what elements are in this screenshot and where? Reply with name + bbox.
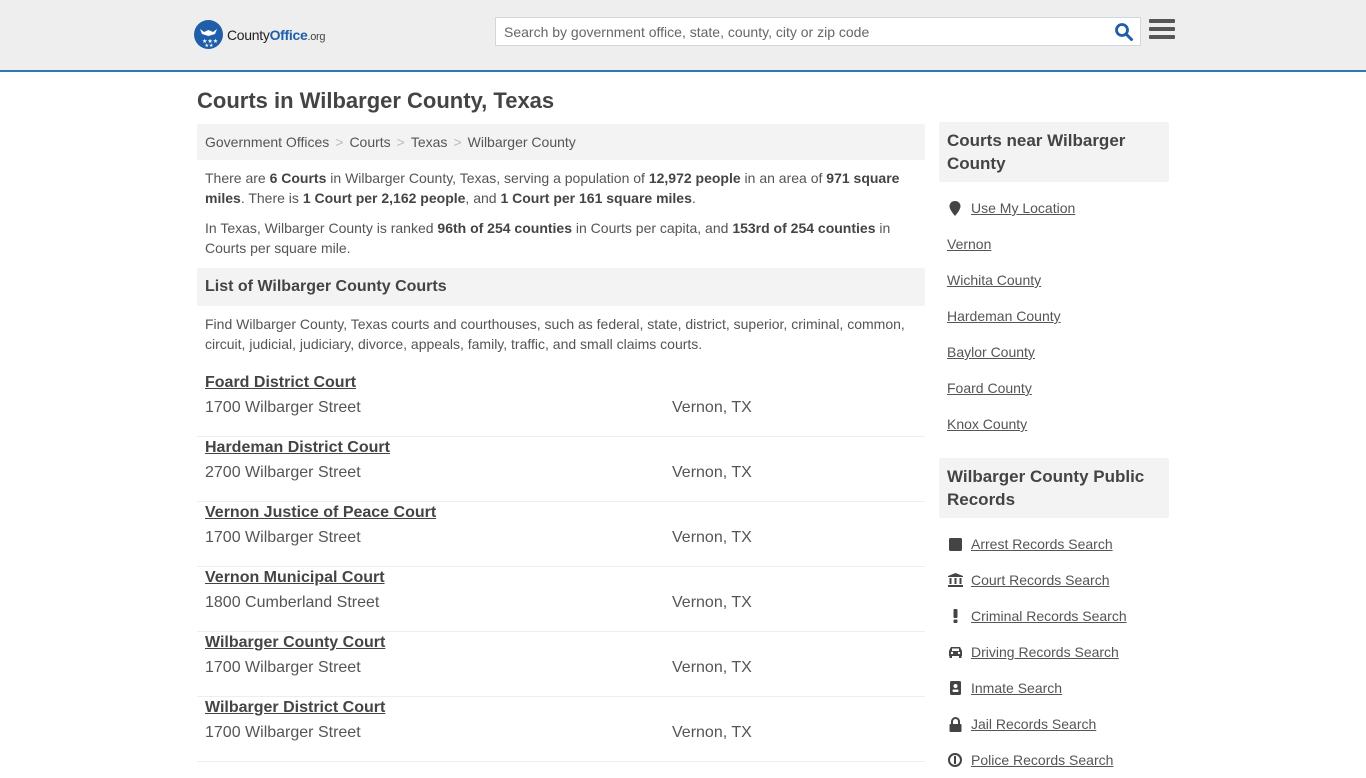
court-address: 1700 Wilbarger Street (205, 399, 361, 416)
court-city: Vernon, TX (672, 594, 752, 611)
court-row: Foard District Court 1700 Wilbarger Stre… (197, 372, 925, 437)
exclamation-icon (947, 608, 963, 624)
records-link-item: Arrest Records Search (947, 526, 1161, 562)
breadcrumb-government-offices[interactable]: Government Offices (205, 134, 329, 150)
jail-records-link[interactable]: Jail Records Search (971, 716, 1096, 732)
intro-rank-paragraph: In Texas, Wilbarger County is ranked 96t… (205, 220, 891, 256)
map-marker-icon (947, 200, 963, 216)
court-address: 1700 Wilbarger Street (205, 529, 361, 546)
breadcrumb-wilbarger-county[interactable]: Wilbarger County (468, 134, 576, 150)
breadcrumb-separator: > (396, 134, 405, 150)
court-records-link[interactable]: Court Records Search (971, 572, 1110, 588)
intro-stats-paragraph: There are 6 Courts in Wilbarger County, … (205, 170, 900, 206)
logo-text: CountyOffice.org (227, 26, 326, 43)
court-city: Vernon, TX (672, 399, 752, 416)
court-address: 1700 Wilbarger Street (205, 659, 361, 676)
nearby-link-knox-county[interactable]: Knox County (947, 416, 1027, 432)
nearby-link-item: Hardeman County (947, 298, 1161, 334)
criminal-records-link[interactable]: Criminal Records Search (971, 608, 1127, 624)
nearby-courts-list: Use My Location Vernon Wichita County Ha… (939, 182, 1169, 442)
courts-list: Foard District Court 1700 Wilbarger Stre… (197, 372, 925, 762)
court-name-link[interactable]: Foard District Court (205, 374, 356, 392)
records-link-item: Inmate Search (947, 670, 1161, 706)
nearby-link-foard-county[interactable]: Foard County (947, 380, 1032, 396)
records-link-item: Jail Records Search (947, 706, 1161, 742)
records-link-item: Criminal Records Search (947, 598, 1161, 634)
court-row: Wilbarger District Court 1700 Wilbarger … (197, 697, 925, 762)
breadcrumb-texas[interactable]: Texas (411, 134, 448, 150)
court-row: Wilbarger County Court 1700 Wilbarger St… (197, 632, 925, 697)
records-link-item: Court Records Search (947, 562, 1161, 598)
site-logo[interactable]: ★★★ ★★ CountyOffice.org (194, 20, 326, 49)
driving-records-link[interactable]: Driving Records Search (971, 644, 1119, 660)
courts-list-heading: List of Wilbarger County Courts (197, 268, 925, 306)
eagle-stars-logo-icon: ★★★ ★★ (194, 20, 223, 49)
court-name-link[interactable]: Vernon Justice of Peace Court (205, 504, 436, 522)
search-icon[interactable] (1114, 22, 1134, 42)
nearby-link-item: Vernon (947, 226, 1161, 262)
nearby-link-wichita-county[interactable]: Wichita County (947, 272, 1041, 288)
nearby-link-vernon[interactable]: Vernon (947, 236, 991, 252)
arrest-records-link[interactable]: Arrest Records Search (971, 536, 1113, 552)
use-my-location-item: Use My Location (947, 190, 1161, 226)
court-address: 1800 Cumberland Street (205, 594, 380, 611)
nearby-link-item: Wichita County (947, 262, 1161, 298)
court-address: 2700 Wilbarger Street (205, 464, 361, 481)
court-row: Vernon Justice of Peace Court 1700 Wilba… (197, 502, 925, 567)
nearby-link-baylor-county[interactable]: Baylor County (947, 344, 1035, 360)
court-city: Vernon, TX (672, 724, 752, 741)
court-address: 1700 Wilbarger Street (205, 724, 361, 741)
court-row: Hardeman District Court 2700 Wilbarger S… (197, 437, 925, 502)
inmate-search-link[interactable]: Inmate Search (971, 680, 1062, 696)
courts-list-description: Find Wilbarger County, Texas courts and … (205, 316, 905, 352)
lock-icon (947, 716, 963, 732)
nearby-link-item: Foard County (947, 370, 1161, 406)
public-records-heading: Wilbarger County Public Records (939, 458, 1169, 518)
intro-text: There are 6 Courts in Wilbarger County, … (197, 160, 925, 258)
records-link-item: Driving Records Search (947, 634, 1161, 670)
public-records-list: Arrest Records Search Court Records Sear… (939, 518, 1169, 778)
court-row: Vernon Municipal Court 1800 Cumberland S… (197, 567, 925, 632)
square-icon (947, 536, 963, 552)
id-badge-icon (947, 680, 963, 696)
hamburger-menu-icon[interactable] (1149, 19, 1175, 43)
nearby-courts-heading: Courts near Wilbarger County (939, 122, 1169, 182)
courthouse-icon (947, 572, 963, 588)
car-icon (947, 644, 963, 660)
svg-text:★★: ★★ (205, 43, 214, 49)
sidebar: Courts near Wilbarger County Use My Loca… (939, 122, 1169, 778)
nearby-link-item: Baylor County (947, 334, 1161, 370)
breadcrumb-separator: > (335, 134, 344, 150)
search-box (495, 17, 1141, 46)
court-name-link[interactable]: Wilbarger District Court (205, 699, 385, 717)
breadcrumb-courts[interactable]: Courts (349, 134, 390, 150)
main-content: Government Offices > Courts > Texas > Wilbarge… (197, 124, 925, 762)
nearby-link-hardeman-county[interactable]: Hardeman County (947, 308, 1061, 324)
use-my-location-link[interactable]: Use My Location (971, 200, 1075, 216)
search-input[interactable] (496, 18, 1096, 45)
court-name-link[interactable]: Vernon Municipal Court (205, 569, 385, 587)
police-records-link[interactable]: Police Records Search (971, 752, 1113, 768)
records-link-item: Police Records Search (947, 742, 1161, 778)
nearby-link-item: Knox County (947, 406, 1161, 442)
police-icon (947, 752, 963, 768)
top-header: ★★★ ★★ CountyOffice.org (0, 0, 1366, 72)
breadcrumb-separator: > (453, 134, 462, 150)
court-city: Vernon, TX (672, 659, 752, 676)
court-city: Vernon, TX (672, 529, 752, 546)
court-name-link[interactable]: Wilbarger County Court (205, 634, 385, 652)
court-name-link[interactable]: Hardeman District Court (205, 439, 390, 457)
page-title: Courts in Wilbarger County, Texas (197, 88, 555, 113)
court-city: Vernon, TX (672, 464, 752, 481)
breadcrumb: Government Offices > Courts > Texas > Wilbarge… (197, 124, 925, 160)
